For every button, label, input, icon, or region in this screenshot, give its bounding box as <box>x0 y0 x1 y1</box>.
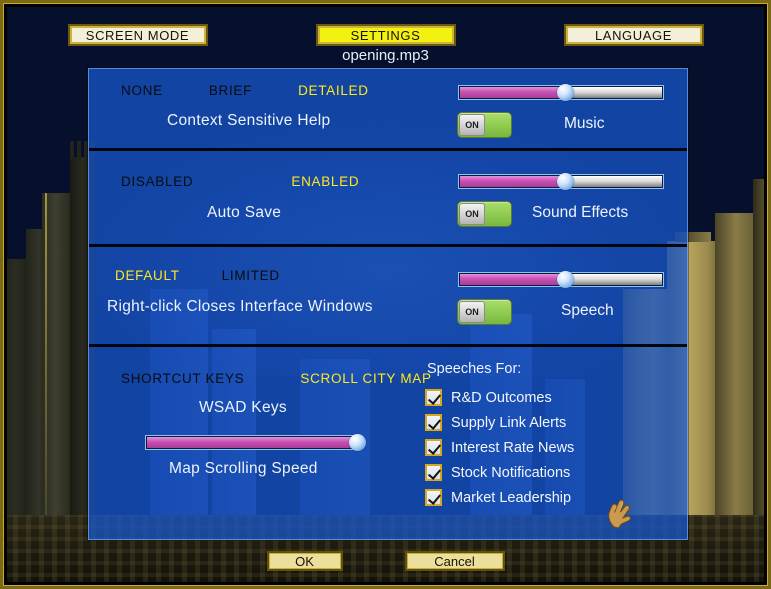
sound-effects-volume-knob[interactable] <box>556 173 574 190</box>
music-volume-empty <box>565 87 662 98</box>
sound-effects-toggle[interactable]: ON <box>457 201 512 227</box>
right-click-options: DEFAULT LIMITED <box>115 268 280 283</box>
row-1-right-column: ON Music <box>419 69 687 148</box>
speech-volume-empty <box>565 274 662 285</box>
speech-checkbox-label: Interest Rate News <box>451 439 575 456</box>
checkbox-icon[interactable] <box>425 414 442 431</box>
dialog-button-bar: OK Cancel <box>0 551 771 571</box>
speech-toggle-state-label: ON <box>459 301 485 323</box>
music-toggle[interactable]: ON <box>457 112 512 138</box>
row-1-left-column: NONE BRIEF DETAILED Context Sensitive He… <box>89 69 419 148</box>
speech-checkbox-market-leadership[interactable]: Market Leadership <box>425 485 574 510</box>
option-enabled[interactable]: ENABLED <box>291 174 359 189</box>
music-volume-fill <box>460 87 566 98</box>
music-label: Music <box>564 115 605 132</box>
row-2-right-column: ON Sound Effects <box>419 151 687 244</box>
ok-button[interactable]: OK <box>266 551 343 571</box>
row-3-left-column: DEFAULT LIMITED Right-click Closes Inter… <box>89 247 419 344</box>
option-shortcut-keys[interactable]: SHORTCUT KEYS <box>121 371 244 386</box>
speech-checkbox-label: R&D Outcomes <box>451 389 552 406</box>
sound-effects-volume-fill <box>460 176 566 187</box>
sound-effects-volume-empty <box>565 176 662 187</box>
row-4-left-column: SHORTCUT KEYS SCROLL CITY MAP WSAD Keys … <box>89 347 431 535</box>
option-scroll-city-map[interactable]: SCROLL CITY MAP <box>300 371 431 386</box>
speech-checkbox-interest-rate-news[interactable]: Interest Rate News <box>425 435 574 460</box>
tab-bar: SCREEN MODE SETTINGS LANGUAGE <box>0 24 771 46</box>
speech-checkbox-stock-notifications[interactable]: Stock Notifications <box>425 460 574 485</box>
speech-volume-fill <box>460 274 566 285</box>
option-detailed[interactable]: DETAILED <box>298 83 369 98</box>
speech-checkbox-supply-link-alerts[interactable]: Supply Link Alerts <box>425 410 574 435</box>
speech-toggle[interactable]: ON <box>457 299 512 325</box>
context-help-options: NONE BRIEF DETAILED <box>121 83 369 98</box>
checkbox-icon[interactable] <box>425 389 442 406</box>
tab-settings[interactable]: SETTINGS <box>315 24 456 46</box>
sound-effects-volume-slider[interactable] <box>458 173 664 190</box>
settings-row-context-help: NONE BRIEF DETAILED Context Sensitive He… <box>89 69 687 148</box>
option-disabled[interactable]: DISABLED <box>121 174 193 189</box>
tab-screen-mode[interactable]: SCREEN MODE <box>67 24 208 46</box>
option-brief[interactable]: BRIEF <box>209 83 252 98</box>
tab-language[interactable]: LANGUAGE <box>563 24 704 46</box>
settings-row-shortcut-keys: SHORTCUT KEYS SCROLL CITY MAP WSAD Keys … <box>89 344 687 535</box>
settings-screen: SCREEN MODE SETTINGS LANGUAGE opening.mp… <box>0 0 771 589</box>
music-toggle-state-label: ON <box>459 114 485 136</box>
speech-volume-slider[interactable] <box>458 271 664 288</box>
auto-save-label: Auto Save <box>207 204 282 221</box>
option-none[interactable]: NONE <box>121 83 163 98</box>
checkbox-icon[interactable] <box>425 439 442 456</box>
option-limited[interactable]: LIMITED <box>222 268 280 283</box>
right-click-label: Right-click Closes Interface Windows <box>107 298 373 315</box>
map-scrolling-speed-slider[interactable] <box>145 434 366 451</box>
music-volume-knob[interactable] <box>556 84 574 101</box>
shortcut-keys-options: SHORTCUT KEYS SCROLL CITY MAP <box>121 371 432 386</box>
speeches-for-title: Speeches For: <box>427 361 522 377</box>
cancel-button[interactable]: Cancel <box>404 551 505 571</box>
row-2-left-column: DISABLED ENABLED Auto Save <box>89 151 419 244</box>
map-scrolling-speed-label: Map Scrolling Speed <box>169 460 318 477</box>
map-scrolling-speed-knob[interactable] <box>348 434 366 451</box>
now-playing-label: opening.mp3 <box>342 47 429 64</box>
settings-panel: NONE BRIEF DETAILED Context Sensitive He… <box>88 68 688 540</box>
map-scrolling-speed-fill <box>147 437 357 448</box>
context-help-label: Context Sensitive Help <box>167 112 331 129</box>
speech-volume-knob[interactable] <box>556 271 574 288</box>
music-volume-slider[interactable] <box>458 84 664 101</box>
sound-effects-label: Sound Effects <box>532 204 629 221</box>
auto-save-options: DISABLED ENABLED <box>121 174 359 189</box>
option-default[interactable]: DEFAULT <box>115 268 180 283</box>
sound-effects-toggle-state-label: ON <box>459 203 485 225</box>
wsad-keys-label: WSAD Keys <box>199 399 287 416</box>
row-4-right-column: Speeches For: R&D Outcomes Supply Link A… <box>419 347 687 535</box>
checkbox-icon[interactable] <box>425 489 442 506</box>
speech-checkbox-label: Supply Link Alerts <box>451 414 567 431</box>
checkbox-icon[interactable] <box>425 464 442 481</box>
speech-checkbox-label: Stock Notifications <box>451 464 571 481</box>
speech-checkbox-rd-outcomes[interactable]: R&D Outcomes <box>425 385 574 410</box>
speech-label: Speech <box>561 302 614 319</box>
row-3-right-column: ON Speech <box>419 247 687 344</box>
settings-row-right-click: DEFAULT LIMITED Right-click Closes Inter… <box>89 244 687 344</box>
settings-row-auto-save: DISABLED ENABLED Auto Save ON Sound Effe… <box>89 148 687 244</box>
speeches-checkbox-list: R&D Outcomes Supply Link Alerts Interest… <box>425 385 574 510</box>
speech-checkbox-label: Market Leadership <box>451 489 572 506</box>
